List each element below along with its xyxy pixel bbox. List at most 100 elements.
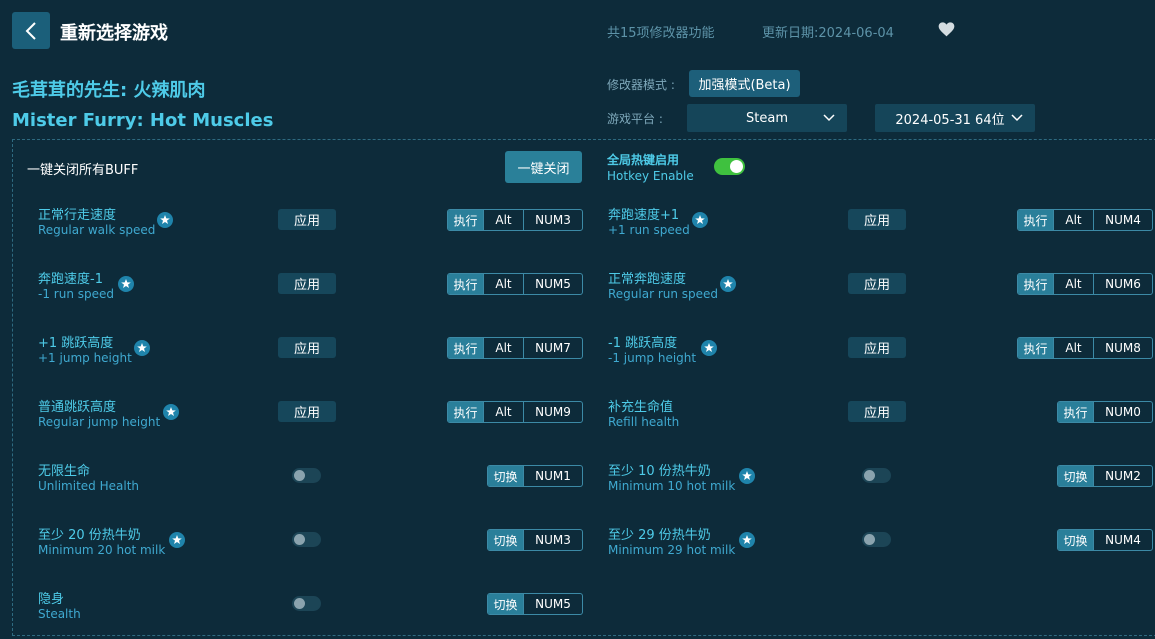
cheat-toggle[interactable] [862,532,891,547]
buff-label: 一键关闭所有BUFF [27,163,139,178]
apply-button[interactable]: 应用 [848,337,906,358]
hotkey-group[interactable]: 执行 Alt NUM8 [1017,337,1153,359]
hotkey-key: NUM3 [523,210,582,230]
star-icon [163,404,179,420]
hotkey-group[interactable]: 执行 Alt NUM3 [447,209,583,231]
cheat-item: 奔跑速度+1 +1 run speed [608,204,690,237]
hotkey-action: 执行 [1018,274,1053,294]
cheat-item: 至少 10 份热牛奶 Minimum 10 hot milk [608,460,735,493]
cheat-name-cn: 普通跳跃高度 [38,400,117,415]
hotkey-label-cn: 全局热键启用 [607,153,680,167]
hotkey-key: NUM1 [523,466,582,486]
mode-badge[interactable]: 加强模式(Beta) [689,70,800,97]
toggle-knob [294,598,305,609]
cheat-toggle[interactable] [292,596,321,611]
hotkey-action: 切换 [488,466,523,486]
star-icon [118,276,134,292]
hotkey-key: NUM0 [1093,402,1152,422]
page-title: 重新选择游戏 [60,23,168,44]
cheat-toggle[interactable] [292,532,321,547]
apply-button[interactable]: 应用 [278,337,336,358]
cheat-name-cn: -1 跳跃高度 [608,336,678,351]
cheat-toggle[interactable] [292,468,321,483]
hotkey-key: NUM7 [523,338,582,358]
hotkey-group[interactable]: 执行 Alt NUM6 [1017,273,1153,295]
cheat-name-cn: 奔跑速度-1 [38,272,103,287]
hotkey-key: NUM8 [1093,338,1152,358]
cheat-item: -1 跳跃高度 -1 jump height [608,332,696,365]
cheat-toggle[interactable] [862,468,891,483]
hotkey-label-en: Hotkey Enable [607,169,694,183]
hotkey-key: NUM4 [1093,210,1152,230]
cheat-name-cn: 至少 10 份热牛奶 [608,464,711,479]
hotkey-group[interactable]: 切换 NUM1 [487,465,583,487]
cheat-name-en: +1 run speed [608,223,690,237]
apply-button[interactable]: 应用 [278,209,336,230]
star-icon [169,532,185,548]
hotkey-group[interactable]: 切换 NUM4 [1057,529,1153,551]
version-select[interactable]: 2024-05-31 64位 [875,104,1035,132]
hotkey-group[interactable]: 切换 NUM2 [1057,465,1153,487]
hotkey-group[interactable]: 执行 Alt NUM5 [447,273,583,295]
hotkey-group[interactable]: 切换 NUM5 [487,593,583,615]
hotkey-modifier: Alt [483,210,523,230]
hotkey-action: 执行 [448,402,483,422]
hotkey-group[interactable]: 切换 NUM3 [487,529,583,551]
hotkey-action: 执行 [448,274,483,294]
cheat-item: 至少 29 份热牛奶 Minimum 29 hot milk [608,524,735,557]
hotkey-key: NUM5 [523,274,582,294]
apply-button[interactable]: 应用 [278,273,336,294]
platform-select[interactable]: Steam [687,104,847,132]
back-button[interactable] [12,12,50,49]
hotkey-group[interactable]: 执行 NUM0 [1057,401,1153,423]
apply-button[interactable]: 应用 [278,401,336,422]
chevron-down-icon [823,114,835,122]
hotkey-action: 切换 [488,594,523,614]
toggle-knob [294,534,305,545]
close-all-button[interactable]: 一键关闭 [505,151,582,183]
cheat-item: 正常奔跑速度 Regular run speed [608,268,718,301]
platform-value: Steam [746,110,788,126]
platform-label: 游戏平台 : [607,112,663,126]
hotkey-key: NUM2 [1093,466,1152,486]
toggle-knob [730,160,743,173]
cheat-name-cn: 正常行走速度 [38,208,117,223]
cheat-name-en: +1 jump height [38,351,132,365]
hotkey-modifier: Alt [1053,210,1093,230]
cheat-name-en: Refill health [608,415,680,429]
cheat-item: 奔跑速度-1 -1 run speed [38,268,114,301]
cheat-name-en: -1 jump height [608,351,697,365]
cheat-name-en: Minimum 10 hot milk [608,479,736,493]
apply-button[interactable]: 应用 [848,273,906,294]
hotkey-group[interactable]: 执行 Alt NUM9 [447,401,583,423]
cheat-name-cn: 奔跑速度+1 [608,208,680,223]
hotkey-action: 执行 [1018,338,1053,358]
hotkey-action: 执行 [1058,402,1093,422]
cheat-name-cn: 补充生命值 [608,400,674,415]
cheat-name-en: Regular walk speed [38,223,156,237]
hotkey-key: NUM5 [523,594,582,614]
toggle-knob [294,470,305,481]
hotkey-action: 执行 [448,338,483,358]
apply-button[interactable]: 应用 [848,401,906,422]
star-icon [692,212,708,228]
hotkey-action: 切换 [488,530,523,550]
hotkey-group[interactable]: 执行 Alt NUM7 [447,337,583,359]
game-title-en: Mister Furry: Hot Muscles [12,110,274,131]
cheat-name-en: Regular jump height [38,415,161,429]
heart-icon[interactable] [938,22,955,37]
feature-count: 共15项修改器功能 [607,26,715,41]
hotkey-action: 切换 [1058,466,1093,486]
apply-button[interactable]: 应用 [848,209,906,230]
cheat-item: 普通跳跃高度 Regular jump height [38,396,160,429]
hotkey-modifier: Alt [1053,338,1093,358]
cheat-name-en: Regular run speed [608,287,719,301]
hotkey-key: NUM3 [523,530,582,550]
hotkey-group[interactable]: 执行 Alt NUM4 [1017,209,1153,231]
chevron-left-icon [25,21,36,40]
hotkey-action: 执行 [448,210,483,230]
hotkey-toggle[interactable] [714,158,745,175]
star-icon [739,532,755,548]
hotkey-modifier: Alt [1053,274,1093,294]
cheat-name-en: Minimum 20 hot milk [38,543,166,557]
